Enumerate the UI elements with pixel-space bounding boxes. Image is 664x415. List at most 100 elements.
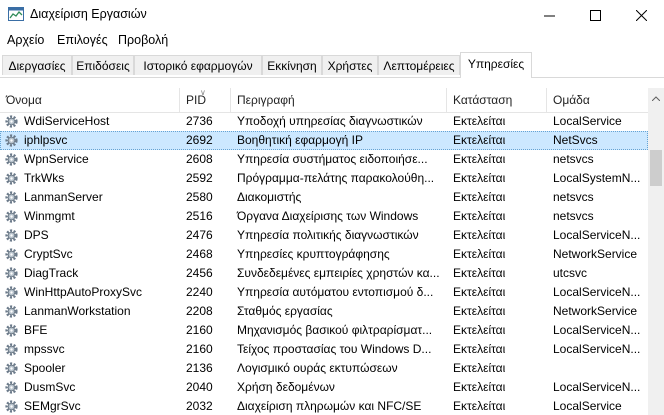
service-description: Υποδοχή υπηρεσίας διαγνωστικών	[237, 114, 423, 128]
service-pid: 2476	[186, 228, 213, 242]
service-group: LocalSystemN...	[553, 171, 641, 185]
service-description: Μηχανισμός βασικού φιλτραρίσματ...	[237, 323, 433, 337]
service-description: Υπηρεσία πολιτικής διαγνωστικών	[237, 228, 419, 242]
service-name: DPS	[24, 228, 49, 242]
table-row[interactable]: LanmanServer 2580 Διακομιστής Εκτελείται net…	[0, 188, 648, 207]
service-description: Βοηθητική εφαρμογή IP	[237, 133, 363, 147]
service-name: CryptSvc	[24, 247, 73, 261]
column-header-pid[interactable]: PID	[180, 88, 231, 112]
table-row[interactable]: BFE 2160 Μηχανισμός βασικού φιλτραρίσματ..…	[0, 321, 648, 340]
tab-app-history[interactable]: Ιστορικό εφαρμογών	[134, 55, 262, 75]
service-status: Εκτελείται	[453, 285, 506, 299]
maximize-button[interactable]	[572, 0, 618, 30]
vertical-scrollbar[interactable]	[648, 88, 664, 415]
minimize-button[interactable]	[526, 0, 572, 30]
service-status: Εκτελείται	[453, 304, 506, 318]
tab-startup[interactable]: Εκκίνηση	[262, 55, 322, 75]
column-header-description[interactable]: Περιγραφή	[231, 88, 447, 112]
close-button[interactable]	[618, 0, 664, 30]
menu-options[interactable]: Επιλογές	[57, 33, 108, 47]
service-pid: 2032	[186, 399, 213, 413]
title-bar: Διαχείριση Εργασιών	[0, 0, 664, 30]
service-description: Χρήση δεδομένων	[237, 380, 335, 394]
service-pid: 2456	[186, 266, 213, 280]
service-status: Εκτελείται	[453, 399, 506, 413]
service-status: Εκτελείται	[453, 380, 506, 394]
service-status: Εκτελείται	[453, 190, 506, 204]
service-pid: 2592	[186, 171, 213, 185]
table-row[interactable]: DPS 2476 Υπηρεσία πολιτικής διαγνωστικών Εκ…	[0, 226, 648, 245]
tab-processes[interactable]: Διεργασίες	[2, 55, 72, 75]
menu-view[interactable]: Προβολή	[118, 33, 168, 47]
scrollbar-thumb[interactable]	[650, 150, 662, 186]
services-list: WdiServiceHost 2736 Υποδοχή υπηρεσίας διαγ…	[0, 112, 648, 415]
service-pid: 2240	[186, 285, 213, 299]
tab-services[interactable]: Υπηρεσίες	[460, 52, 532, 78]
service-description: Διαχείριση πληρωμών και NFC/SE	[237, 399, 422, 413]
service-description: Συνδεδεμένες εμπειρίες χρηστών κα...	[237, 266, 440, 280]
service-name: iphlpsvc	[24, 133, 68, 147]
task-manager-icon	[8, 7, 24, 21]
menu-bar: Αρχείο Επιλογές Προβολή	[0, 30, 664, 52]
service-status: Εκτελείται	[453, 361, 506, 375]
scroll-up-icon[interactable]	[652, 96, 660, 101]
table-row[interactable]: DiagTrack 2456 Συνδεδεμένες εμπειρίες χρησ…	[0, 264, 648, 283]
tab-details[interactable]: Λεπτομέρειες	[378, 55, 460, 75]
service-pid: 2160	[186, 323, 213, 337]
close-icon	[635, 9, 647, 21]
service-status: Εκτελείται	[453, 114, 506, 128]
table-row[interactable]: WdiServiceHost 2736 Υποδοχή υπηρεσίας διαγ…	[0, 112, 648, 131]
service-name: BFE	[24, 323, 48, 337]
service-group: NetworkService	[553, 304, 638, 318]
service-pid: 2468	[186, 247, 213, 261]
table-row[interactable]: Spooler 2136 Λογισμικό ουράς εκτυπώσεων Εκτ…	[0, 359, 648, 378]
service-pid: 2580	[186, 190, 213, 204]
table-row[interactable]: Winmgmt 2516 Όργανα Διαχείρισης των Window…	[0, 207, 648, 226]
service-group: NetworkService	[553, 247, 638, 261]
maximize-icon	[589, 9, 601, 21]
tab-bar: Διεργασίες Επιδόσεις Ιστορικό εφαρμογών …	[0, 52, 664, 78]
service-group: LocalServiceN...	[553, 323, 641, 337]
service-status: Εκτελείται	[453, 247, 506, 261]
table-row[interactable]: TrkWks 2592 Πρόγραμμα-πελάτης παρακολούθη.…	[0, 169, 648, 188]
service-name: DusmSvc	[24, 380, 76, 394]
table-row[interactable]: mpssvc 2160 Τείχος προστασίας του Windows …	[0, 340, 648, 359]
service-group: NetSvcs	[553, 133, 598, 147]
service-group: netsvcs	[553, 190, 594, 204]
tab-performance[interactable]: Επιδόσεις	[72, 55, 134, 75]
column-header-group[interactable]: Ομάδα	[547, 88, 648, 112]
service-group: netsvcs	[553, 209, 594, 223]
table-row[interactable]: SEMgrSvc 2032 Διαχείριση πληρωμών και NFC/…	[0, 397, 648, 415]
service-description: Τείχος προστασίας του Windows D...	[237, 342, 432, 356]
column-header-name[interactable]: Όνομα	[0, 88, 180, 112]
service-description: Όργανα Διαχείρισης των Windows	[237, 209, 419, 223]
service-group: LocalService	[553, 114, 622, 128]
table-row[interactable]: DusmSvc 2040 Χρήση δεδομένων Εκτελείται Loca…	[0, 378, 648, 397]
service-pid: 2692	[186, 133, 213, 147]
service-name: LanmanServer	[24, 190, 103, 204]
service-pid: 2160	[186, 342, 213, 356]
service-pid: 2040	[186, 380, 213, 394]
service-pid: 2208	[186, 304, 213, 318]
service-status: Εκτελείται	[453, 266, 506, 280]
service-status: Εκτελείται	[453, 342, 506, 356]
service-description: Πρόγραμμα-πελάτης παρακολούθη...	[237, 171, 435, 185]
table-row[interactable]: iphlpsvc 2692 Βοηθητική εφαρμογή IP Εκτελεί…	[0, 131, 648, 150]
table-row[interactable]: WinHttpAutoProxySvc 2240 Υπηρεσία αυτόματο…	[0, 283, 648, 302]
minimize-icon	[543, 15, 555, 16]
service-description: Λογισμικό ουράς εκτυπώσεων	[237, 361, 398, 375]
service-description: Υπηρεσίες κρυπτογράφησης	[237, 247, 390, 261]
table-row[interactable]: CryptSvc 2468 Υπηρεσίες κρυπτογράφησης Εκτε…	[0, 245, 648, 264]
menu-file[interactable]: Αρχείο	[7, 33, 44, 47]
table-row[interactable]: WpnService 2608 Υπηρεσία συστήματος ειδοπο…	[0, 150, 648, 169]
service-group: netsvcs	[553, 152, 594, 166]
table-row[interactable]: LanmanWorkstation 2208 Σταθμός εργασίας Εκτ…	[0, 302, 648, 321]
service-pid: 2516	[186, 209, 213, 223]
column-header-status[interactable]: Κατάσταση	[447, 88, 547, 112]
service-name: LanmanWorkstation	[24, 304, 131, 318]
service-name: WpnService	[24, 152, 89, 166]
service-name: SEMgrSvc	[24, 399, 81, 413]
tab-users[interactable]: Χρήστες	[322, 55, 378, 75]
service-name: TrkWks	[24, 171, 65, 185]
column-header-row: Όνομα PID Περιγραφή Κατάσταση Ομάδα	[0, 88, 648, 113]
